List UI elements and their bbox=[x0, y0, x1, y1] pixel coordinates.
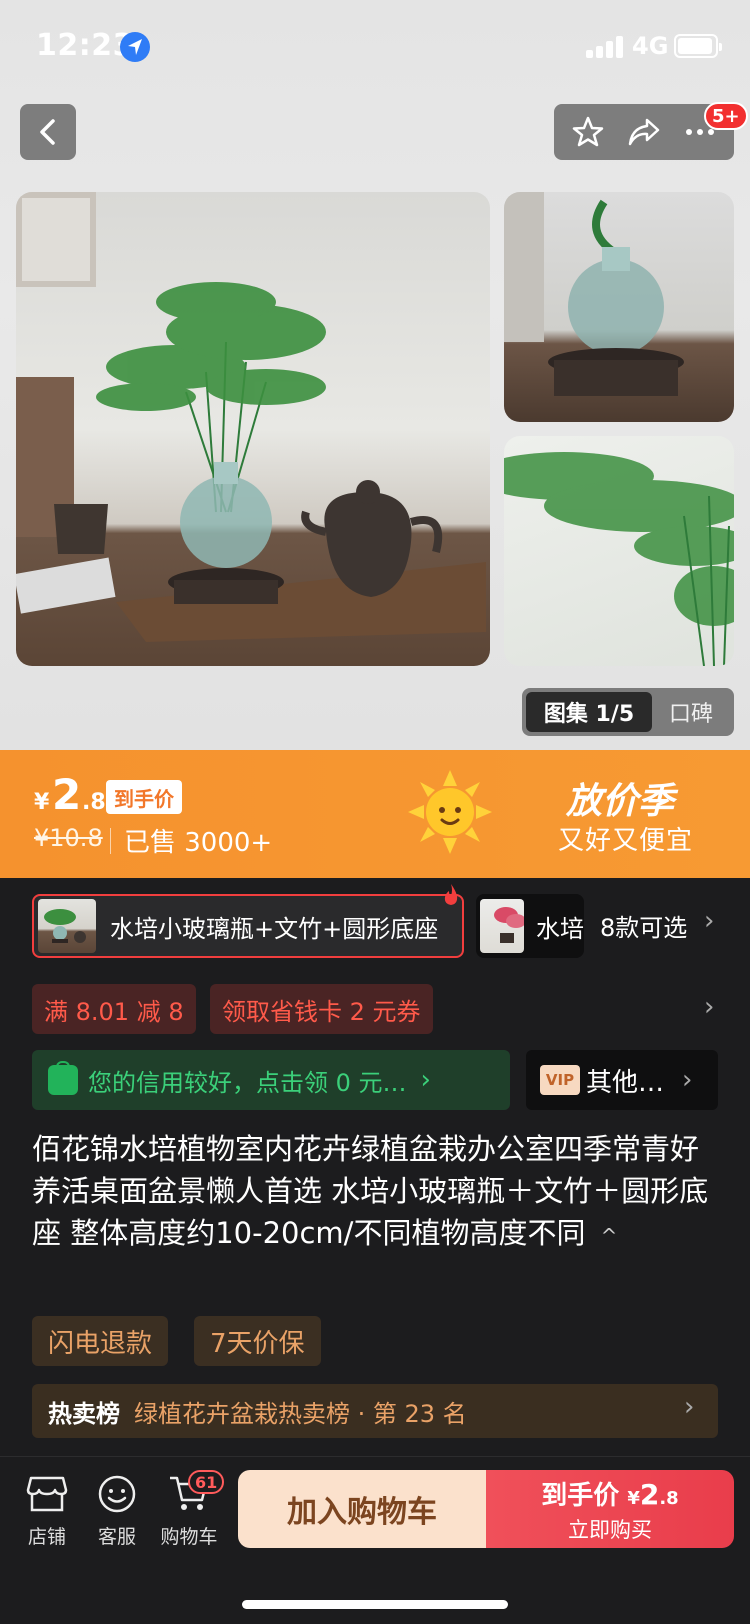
service-tag-fast-refund[interactable]: 闪电退款 bbox=[32, 1316, 169, 1366]
chevron-right-icon: › bbox=[684, 1392, 695, 1422]
nav-shop[interactable]: 店铺 bbox=[10, 1474, 84, 1554]
variant-thumbnail bbox=[480, 899, 524, 953]
signal-icon bbox=[586, 36, 626, 58]
price-cents: .8 bbox=[82, 790, 106, 815]
chevron-right-icon: › bbox=[420, 1065, 431, 1095]
tab-album[interactable]: 图集 1/5 bbox=[526, 692, 652, 732]
home-indicator bbox=[242, 1600, 508, 1609]
variant-count[interactable]: 8款可选 bbox=[600, 908, 687, 943]
buy-price-line: 到手价 ¥2.8 bbox=[541, 1475, 678, 1512]
cart-count-badge: 61 bbox=[188, 1470, 225, 1494]
sun-mascot-icon bbox=[408, 770, 492, 854]
chevron-right-icon[interactable]: › bbox=[704, 992, 714, 1022]
gallery-tabs: 图集 1/5 口碑 bbox=[522, 688, 734, 736]
thumbnail-photo-2[interactable] bbox=[504, 192, 734, 422]
location-arrow-icon bbox=[120, 32, 150, 62]
price-value: 2 bbox=[52, 770, 82, 819]
credit-offer-text: 您的信用较好，点击领 0 元… bbox=[88, 1068, 407, 1097]
status-bar: 12:23 4G bbox=[0, 0, 750, 92]
nav-customer-service[interactable]: 客服 bbox=[80, 1474, 154, 1554]
divider bbox=[110, 828, 111, 854]
variant-option[interactable]: 水培 bbox=[476, 894, 584, 958]
nav-shop-label: 店铺 bbox=[27, 1526, 66, 1548]
vip-offer-banner[interactable]: VIP 其他… › bbox=[526, 1050, 718, 1110]
sold-count: 已售 3000+ bbox=[124, 828, 273, 858]
buy-price-currency: ¥ bbox=[627, 1487, 640, 1509]
product-title[interactable]: 佰花锦水培植物室内花卉绿植盆栽办公室四季常青好养活桌面盆景懒人首选 水培小玻璃瓶… bbox=[32, 1128, 722, 1257]
share-icon bbox=[628, 118, 660, 146]
buy-now-button[interactable]: 到手价 ¥2.8 立即购买 bbox=[486, 1470, 734, 1548]
chevron-right-icon: › bbox=[682, 1065, 693, 1095]
price-currency: ¥ bbox=[34, 790, 50, 815]
nav-service-label: 客服 bbox=[97, 1526, 136, 1548]
chevron-right-icon: › bbox=[704, 906, 715, 936]
buy-price-label: 到手价 bbox=[541, 1480, 620, 1511]
store-icon bbox=[26, 1476, 68, 1512]
more-dots-icon bbox=[686, 129, 714, 135]
variant-label: 水培 bbox=[536, 914, 584, 943]
main-product-photo[interactable] bbox=[16, 192, 490, 666]
buy-price-int: 2 bbox=[639, 1477, 660, 1511]
network-type: 4G bbox=[632, 32, 669, 60]
buy-price-dec: .8 bbox=[659, 1487, 679, 1509]
collapse-toggle[interactable]: ^ bbox=[601, 1224, 618, 1248]
service-tag-price-protect[interactable]: 7天价保 bbox=[194, 1316, 321, 1366]
chevron-left-icon bbox=[40, 119, 55, 145]
smile-icon bbox=[98, 1475, 136, 1513]
battery-icon bbox=[674, 34, 722, 58]
hot-sales-rank[interactable]: 热卖榜 绿植花卉盆栽热卖榜 · 第 23 名 › bbox=[32, 1384, 718, 1438]
coupon-discount[interactable]: 满 8.01 减 8 bbox=[32, 984, 196, 1034]
credit-offer-banner[interactable]: 您的信用较好，点击领 0 元… › bbox=[32, 1050, 510, 1110]
rank-label: 热卖榜 bbox=[48, 1399, 120, 1428]
variant-thumbnail bbox=[38, 899, 96, 953]
share-button[interactable] bbox=[620, 108, 668, 156]
vip-badge: VIP bbox=[540, 1065, 580, 1095]
rank-text: 绿植花卉盆栽热卖榜 · 第 23 名 bbox=[134, 1399, 467, 1428]
add-to-cart-button[interactable]: 加入购物车 bbox=[238, 1470, 486, 1548]
favorite-button[interactable] bbox=[564, 108, 612, 156]
star-icon bbox=[572, 116, 604, 147]
variant-label: 水培小玻璃瓶+文竹+圆形底座 bbox=[110, 914, 439, 943]
coupon-savings-card[interactable]: 领取省钱卡 2 元券 bbox=[210, 984, 433, 1034]
back-button[interactable] bbox=[20, 104, 76, 160]
buy-now-label: 立即购买 bbox=[568, 1517, 652, 1542]
tab-reviews[interactable]: 口碑 bbox=[652, 692, 730, 732]
promo-subtitle: 又好又便宜 bbox=[558, 826, 694, 856]
original-price: ¥10.8 bbox=[34, 824, 103, 852]
thumbnail-photo-3[interactable] bbox=[504, 436, 734, 666]
nav-cart-label: 购物车 bbox=[160, 1526, 218, 1548]
final-price-tag: 到手价 bbox=[106, 780, 182, 814]
message-badge: 5+ bbox=[704, 102, 748, 130]
vip-offer-text: 其他… bbox=[586, 1067, 665, 1098]
promo-title: 放价季 bbox=[566, 781, 675, 822]
hot-flame-icon bbox=[444, 884, 458, 905]
variant-option-selected[interactable]: 水培小玻璃瓶+文竹+圆形底座 bbox=[32, 894, 464, 958]
shopping-bag-icon bbox=[48, 1061, 78, 1095]
